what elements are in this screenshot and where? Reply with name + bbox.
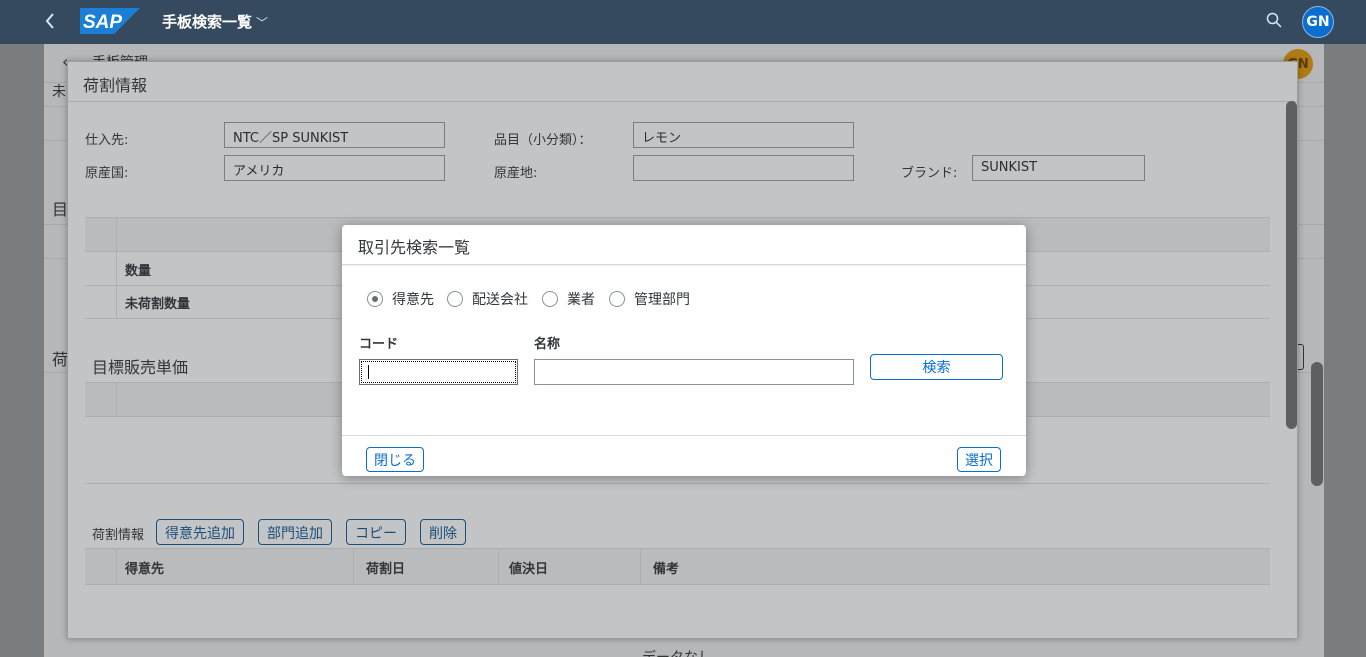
quantity-row-label: 数量: [125, 264, 152, 279]
dialog-scrollbar[interactable]: [1286, 101, 1297, 429]
chevron-down-icon[interactable]: ﹀: [256, 16, 268, 30]
table-row: [85, 584, 1270, 638]
item-field[interactable]: レモン: [633, 122, 854, 148]
dialog-title: 荷割情報: [83, 76, 148, 95]
copy-button[interactable]: コピー: [346, 519, 406, 545]
column-header-remarks[interactable]: 備考: [653, 558, 679, 577]
modal-title: 取引先検索一覧: [358, 238, 471, 257]
radio-label: 配送会社: [472, 292, 528, 308]
origin-place-label: 原産地:: [494, 166, 538, 181]
radio-vendor[interactable]: 業者: [542, 289, 595, 309]
radio-customer[interactable]: 得意先: [367, 289, 434, 309]
radio-button[interactable]: [367, 291, 383, 307]
app-title[interactable]: 手板検索一覧 ﹀: [162, 11, 268, 32]
text-caret: [368, 365, 369, 379]
logo-text: SAP: [83, 12, 122, 33]
add-department-button[interactable]: 部門追加: [258, 519, 332, 545]
shell-bar: SAP 手板検索一覧 ﹀ GN: [0, 0, 1366, 44]
app-title-text: 手板検索一覧: [162, 13, 253, 31]
radio-delivery-company[interactable]: 配送会社: [447, 289, 528, 309]
column-separator: [116, 382, 117, 416]
supplier-field[interactable]: NTC／SP SUNKIST: [224, 122, 445, 148]
bg-fragment-2: 目: [52, 200, 69, 219]
column-separator: [116, 548, 117, 584]
column-separator: [640, 548, 641, 584]
radio-label: 管理部門: [634, 292, 690, 308]
bg-fragment-3: 荷: [52, 350, 69, 369]
target-price-title: 目標販売単価: [92, 358, 189, 377]
code-label: コード: [359, 337, 399, 352]
search-button[interactable]: 検索: [870, 354, 1003, 380]
allocation-toolbar-label: 荷割情報: [92, 528, 145, 543]
close-button[interactable]: 閉じる: [366, 447, 424, 472]
add-customer-button[interactable]: 得意先追加: [156, 519, 244, 545]
radio-button[interactable]: [542, 291, 558, 307]
radio-label: 得意先: [392, 292, 434, 308]
delete-button[interactable]: 削除: [420, 519, 466, 545]
radio-label: 業者: [567, 292, 595, 308]
code-input[interactable]: [359, 359, 518, 385]
page-scrollbar[interactable]: [1311, 362, 1323, 486]
name-label: 名称: [534, 337, 561, 352]
column-separator: [353, 548, 354, 584]
name-input[interactable]: [534, 359, 854, 385]
user-avatar[interactable]: GN: [1302, 6, 1334, 38]
partner-search-dialog: 取引先検索一覧 得意先 配送会社 業者 管理部門 コード 名称 検索 閉じる 選…: [342, 225, 1026, 476]
column-header-pricing-date[interactable]: 値決日: [509, 558, 548, 577]
back-icon[interactable]: [44, 12, 58, 32]
modal-footer: [342, 435, 1026, 476]
brand-label: ブランド:: [901, 166, 958, 181]
item-label: 品目（小分類）：: [494, 133, 592, 148]
select-button[interactable]: 選択: [957, 447, 1001, 472]
column-header-customer[interactable]: 得意先: [125, 558, 164, 577]
origin-place-field[interactable]: [633, 155, 854, 181]
radio-button[interactable]: [609, 291, 625, 307]
bg-fragment-1: 未: [52, 84, 66, 100]
no-data-text: データなし: [642, 647, 712, 657]
column-header-allocation-date[interactable]: 荷割日: [366, 558, 405, 577]
radio-management-department[interactable]: 管理部門: [609, 289, 690, 309]
sap-logo[interactable]: SAP: [80, 8, 140, 34]
modal-header: 取引先検索一覧: [342, 225, 1026, 265]
origin-country-field[interactable]: アメリカ: [224, 155, 445, 181]
column-separator: [116, 217, 117, 319]
column-separator: [498, 548, 499, 584]
dialog-header: 荷割情報: [68, 62, 1297, 102]
unallocated-row-label: 未荷割数量: [125, 297, 191, 312]
supplier-label: 仕入先:: [85, 133, 129, 148]
origin-country-label: 原産国:: [85, 166, 129, 181]
brand-field[interactable]: SUNKIST: [972, 155, 1145, 181]
radio-button[interactable]: [447, 291, 463, 307]
search-icon[interactable]: [1266, 12, 1284, 30]
